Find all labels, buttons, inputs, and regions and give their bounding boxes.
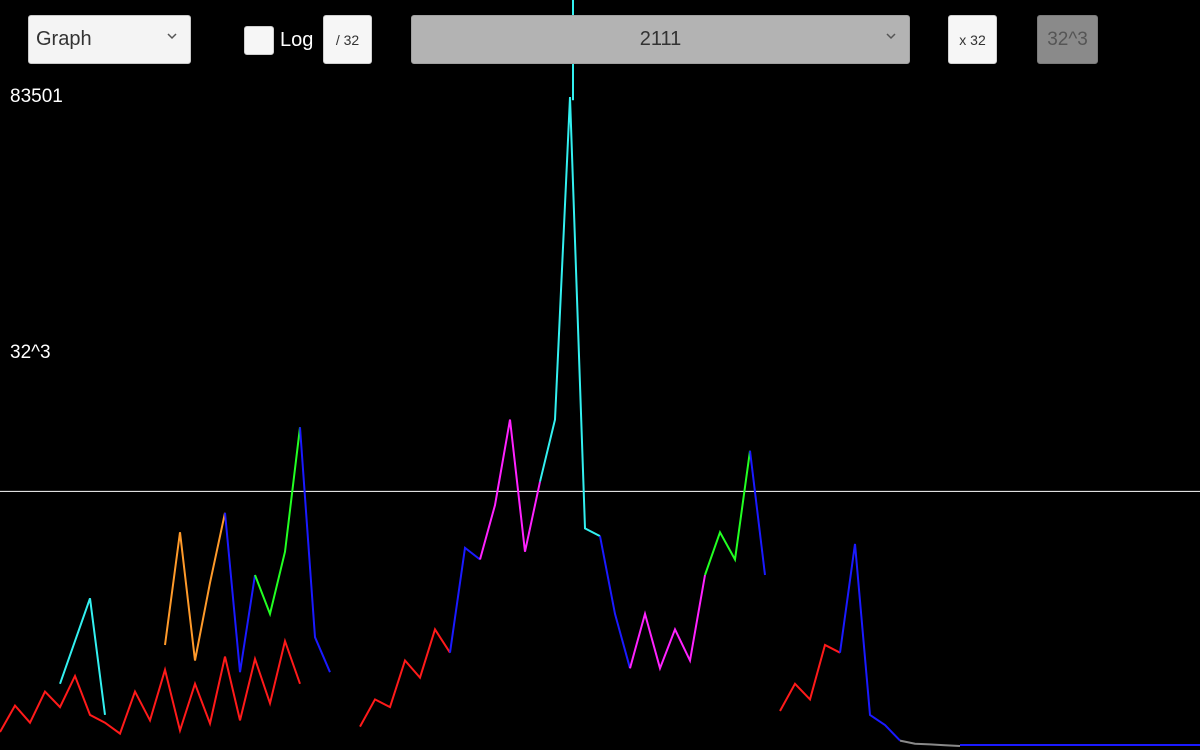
multiply-button[interactable]: x 32 — [948, 15, 997, 64]
series-line-3 — [224, 512, 256, 673]
series-line-6 — [359, 627, 451, 728]
series-line-11 — [629, 574, 706, 672]
chevron-down-icon — [167, 33, 177, 40]
series-line-4 — [254, 427, 301, 618]
graph-app: Graph Log / 32 2111 x 32 32^3 83501 32^3 — [0, 0, 1200, 750]
series-line-14 — [779, 643, 841, 712]
series-line-2 — [164, 512, 226, 661]
series-line-12 — [704, 450, 751, 576]
series-line-5 — [299, 427, 331, 673]
value-select[interactable]: 2111 — [411, 15, 910, 64]
series-line-15 — [839, 543, 901, 742]
series-line-8 — [479, 419, 541, 560]
y-max-label: 83501 — [10, 86, 63, 107]
series-line-13 — [749, 450, 766, 576]
series-line-9 — [539, 96, 601, 537]
preset-button[interactable]: 32^3 — [1037, 15, 1098, 64]
preset-button-label: 32^3 — [1047, 28, 1088, 50]
value-select-value: 2111 — [639, 28, 682, 50]
divide-button[interactable]: / 32 — [323, 15, 372, 64]
series-line-10 — [599, 535, 631, 669]
multiply-button-label: x 32 — [959, 31, 986, 48]
log-checkbox[interactable] — [244, 26, 274, 55]
line-graph — [0, 0, 1200, 747]
mode-select[interactable]: Graph — [28, 15, 191, 64]
series-line-0 — [0, 637, 301, 736]
divide-button-label: / 32 — [335, 31, 360, 48]
log-label: Log — [280, 29, 314, 51]
reference-label: 32^3 — [10, 342, 51, 363]
chevron-down-icon — [886, 33, 896, 40]
series-line-16 — [899, 739, 961, 747]
mode-select-value: Graph — [36, 28, 92, 50]
series-line-7 — [449, 545, 481, 653]
